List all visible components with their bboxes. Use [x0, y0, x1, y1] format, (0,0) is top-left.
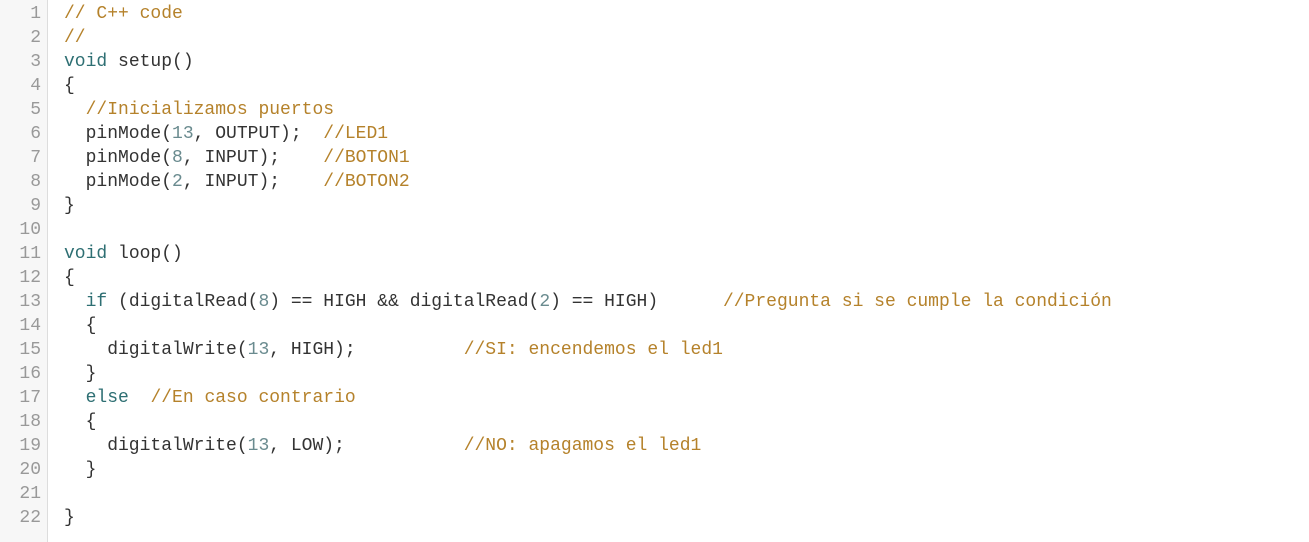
code-comment: //SI: encendemos el led1 — [463, 340, 723, 360]
line-number: 18 — [19, 412, 41, 432]
code-text: , HIGH); — [269, 340, 464, 360]
line-number: 12 — [19, 268, 41, 288]
code-keyword: void — [64, 244, 108, 264]
code-number: 8 — [172, 148, 183, 168]
code-text: pinMode( — [64, 148, 173, 168]
code-text: , INPUT); — [182, 172, 324, 192]
code-number: 2 — [172, 172, 183, 192]
code-comment: //En caso contrario — [150, 388, 356, 408]
code-line[interactable]: digitalWrite(13, LOW); //NO: apagamos el… — [64, 434, 1309, 458]
line-number: 11 — [19, 244, 41, 264]
line-number: 17 — [19, 388, 41, 408]
code-line[interactable]: } — [64, 362, 1309, 386]
code-line[interactable]: } — [64, 506, 1309, 530]
code-line[interactable]: } — [64, 458, 1309, 482]
code-line[interactable]: digitalWrite(13, HIGH); //SI: encendemos… — [64, 338, 1309, 362]
line-number: 19 — [19, 436, 41, 456]
line-number: 1 — [30, 4, 41, 24]
line-number: 4 — [30, 76, 41, 96]
line-number: 5 — [30, 100, 41, 120]
code-text: { — [64, 412, 97, 432]
line-number: 21 — [19, 484, 41, 504]
code-number: 2 — [539, 292, 551, 312]
code-comment: // C++ code — [64, 4, 183, 24]
code-line[interactable]: else //En caso contrario — [64, 386, 1309, 410]
code-number: 8 — [258, 292, 270, 312]
code-line[interactable]: //Inicializamos puertos — [64, 98, 1309, 122]
code-text: } — [64, 364, 97, 384]
code-comment: //Inicializamos puertos — [85, 100, 335, 120]
code-line[interactable]: pinMode(8, INPUT); //BOTON1 — [64, 146, 1309, 170]
code-text: { — [64, 316, 97, 336]
line-number: 8 — [30, 172, 41, 192]
line-number: 15 — [19, 340, 41, 360]
code-line[interactable]: // C++ code — [64, 2, 1309, 26]
code-line[interactable]: { — [64, 314, 1309, 338]
line-number: 3 — [30, 52, 41, 72]
code-keyword: else — [85, 388, 129, 408]
code-area[interactable]: // C++ code//void setup(){ //Inicializam… — [48, 0, 1309, 542]
line-number: 7 — [30, 148, 41, 168]
code-line[interactable]: // — [64, 26, 1309, 50]
code-line[interactable]: void setup() — [64, 50, 1309, 74]
line-number: 10 — [19, 220, 41, 240]
code-text: digitalWrite( — [64, 340, 248, 360]
code-comment: //LED1 — [323, 124, 389, 144]
code-text: pinMode( — [64, 124, 173, 144]
code-line[interactable]: void loop() — [64, 242, 1309, 266]
code-text: , OUTPUT); — [193, 124, 324, 144]
code-number: 13 — [172, 124, 194, 144]
code-text: setup() — [107, 52, 194, 72]
line-number: 9 — [30, 196, 41, 216]
code-text: } — [64, 196, 75, 216]
code-text: { — [64, 268, 75, 288]
line-number: 14 — [19, 316, 41, 336]
line-number: 20 — [19, 460, 41, 480]
code-text: digitalWrite( — [64, 436, 248, 456]
code-text: ) == HIGH) — [550, 292, 723, 312]
code-keyword: if — [85, 292, 108, 312]
code-line[interactable] — [64, 482, 1309, 506]
code-text: (digitalRead( — [107, 292, 259, 312]
code-line[interactable]: } — [64, 194, 1309, 218]
line-number-gutter: 1 2 3 4 5 6 7 8 9 10 11 12 13 14 15 16 17 18 19 20 21 22 — [0, 0, 48, 542]
code-text: } — [64, 508, 75, 528]
line-number: 13 — [19, 292, 41, 312]
code-keyword: void — [64, 52, 108, 72]
code-line[interactable]: pinMode(13, OUTPUT); //LED1 — [64, 122, 1309, 146]
code-text: , INPUT); — [182, 148, 324, 168]
code-comment: //Pregunta si se cumple la condición — [722, 292, 1112, 312]
code-comment: //NO: apagamos el led1 — [463, 436, 702, 456]
code-line[interactable]: { — [64, 266, 1309, 290]
line-number: 22 — [19, 508, 41, 528]
code-line[interactable]: { — [64, 410, 1309, 434]
code-line[interactable]: { — [64, 74, 1309, 98]
code-number: 13 — [247, 340, 270, 360]
code-editor[interactable]: 1 2 3 4 5 6 7 8 9 10 11 12 13 14 15 16 17 18 19 20 21 22 // C… — [0, 0, 1309, 542]
code-text: { — [64, 76, 75, 96]
code-text: pinMode( — [64, 172, 173, 192]
line-number: 6 — [30, 124, 41, 144]
code-comment: //BOTON1 — [323, 148, 410, 168]
code-text: } — [64, 460, 97, 480]
line-number: 2 — [30, 28, 41, 48]
code-line[interactable] — [64, 218, 1309, 242]
code-comment: // — [64, 28, 86, 48]
code-text: loop() — [107, 244, 183, 264]
code-line[interactable]: pinMode(2, INPUT); //BOTON2 — [64, 170, 1309, 194]
code-comment: //BOTON2 — [323, 172, 410, 192]
code-text: , LOW); — [269, 436, 464, 456]
code-text: ) == HIGH && digitalRead( — [269, 292, 540, 312]
code-number: 13 — [247, 436, 270, 456]
line-number: 16 — [19, 364, 41, 384]
code-line[interactable]: if (digitalRead(8) == HIGH && digitalRea… — [64, 290, 1309, 314]
